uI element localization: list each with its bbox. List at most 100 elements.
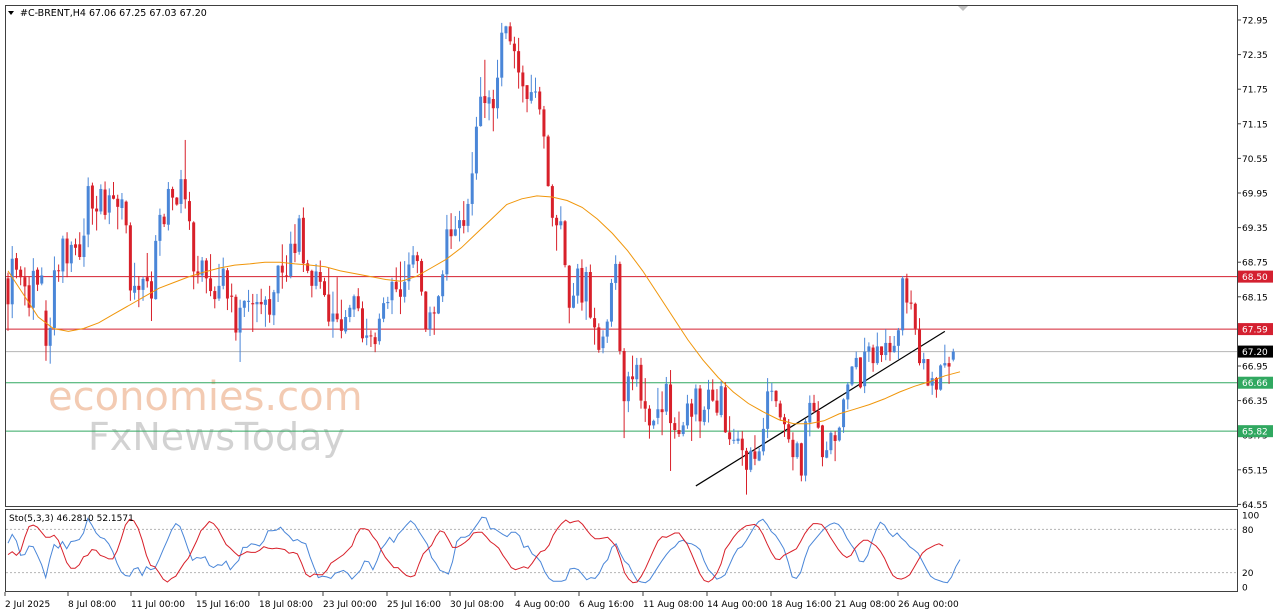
candle-body — [609, 282, 613, 322]
candle-body — [263, 299, 267, 305]
candle-body — [285, 275, 289, 277]
candle-body — [112, 195, 115, 199]
candle-body — [778, 403, 782, 418]
candle-body — [141, 278, 145, 290]
time-tick-label: 6 Aug 16:00 — [579, 600, 634, 610]
time-tick-label: 23 Jul 00:00 — [323, 600, 377, 610]
candle-body — [593, 318, 597, 328]
candle — [723, 382, 727, 433]
candle-body — [314, 271, 318, 286]
candle-body — [580, 267, 584, 303]
price-tick-label: 68.75 — [1242, 259, 1268, 269]
candle-body — [65, 238, 69, 264]
candle-body — [289, 243, 293, 277]
candle — [719, 380, 723, 418]
candle-body — [631, 376, 635, 380]
candle-body — [567, 265, 571, 308]
candle-body — [297, 218, 301, 252]
time-axis[interactable]: 2 Jul 2025 8 Jul 08:00 11 Jul 00:00 15 Jul … — [4, 592, 959, 610]
candle-body — [918, 329, 922, 364]
candle-body — [36, 269, 40, 285]
candle-body — [863, 351, 867, 387]
candle-body — [128, 225, 132, 291]
candle-body — [896, 330, 900, 346]
candle — [749, 447, 753, 473]
level-tag-label: 65.82 — [1242, 428, 1268, 438]
candle-body — [542, 109, 546, 137]
candle-body — [453, 229, 457, 236]
candle-body — [449, 229, 453, 237]
candle — [850, 366, 854, 387]
candle-body — [812, 402, 816, 411]
candle-body — [293, 243, 297, 253]
candle-body — [394, 281, 398, 290]
candle-body — [428, 312, 432, 330]
candle — [297, 214, 301, 255]
candle-body — [272, 292, 276, 316]
level-tag-label: 67.59 — [1242, 326, 1268, 336]
candle-body — [158, 214, 162, 241]
candle-body — [825, 450, 829, 458]
candle-body — [310, 270, 314, 286]
candle-body — [107, 195, 111, 213]
candle-body — [571, 295, 575, 308]
candle-body — [69, 244, 73, 264]
candle-body — [323, 281, 326, 296]
candle-body — [626, 376, 630, 402]
candle-body — [563, 221, 567, 266]
candle-body — [352, 296, 356, 310]
time-tick-label: 15 Jul 16:00 — [196, 600, 250, 610]
price-tick-label: 65.15 — [1242, 466, 1268, 476]
candle-body — [339, 319, 343, 331]
candle-body — [850, 366, 854, 385]
stochastic-panel[interactable] — [5, 509, 1238, 592]
candle — [597, 323, 601, 353]
candle — [588, 264, 592, 319]
candle-body — [441, 274, 445, 297]
candle — [166, 182, 170, 231]
candle-body — [681, 425, 685, 435]
candle — [609, 278, 613, 327]
candle-body — [276, 265, 280, 294]
candle-body — [331, 313, 335, 322]
candle-body — [702, 409, 706, 422]
candle-body — [732, 439, 736, 441]
candle-body — [166, 188, 170, 225]
candle — [858, 357, 862, 389]
candle-body — [854, 357, 858, 368]
candle-body — [500, 32, 504, 78]
candle-body — [474, 126, 478, 174]
candle-body — [373, 337, 377, 345]
candle — [795, 441, 799, 459]
candle-body — [238, 307, 242, 333]
price-tick-label: 66.35 — [1242, 397, 1268, 407]
candle-body — [44, 310, 48, 346]
candle-body — [614, 263, 618, 283]
candle-body — [445, 229, 449, 275]
candle-body — [711, 389, 715, 401]
candle-body — [365, 335, 369, 338]
stochastic-tick-label: 100 — [1242, 512, 1259, 522]
candle-body — [871, 347, 875, 364]
candle-body — [521, 72, 525, 87]
candle — [618, 261, 622, 355]
candle-body — [48, 327, 52, 346]
candle-body — [95, 208, 99, 212]
price-tick-label: 71.15 — [1242, 120, 1268, 130]
candle-body — [757, 451, 761, 461]
candle-body — [487, 97, 491, 104]
candle — [837, 426, 841, 442]
time-tick-label: 18 Jul 08:00 — [259, 600, 313, 610]
candle-body — [133, 285, 137, 293]
candle-body — [867, 346, 871, 352]
candle — [424, 291, 428, 332]
candle-body — [736, 438, 740, 441]
candle-body — [546, 136, 550, 187]
candle-body — [639, 364, 643, 401]
stochastic-tick-label: 80 — [1242, 526, 1254, 536]
candle-body — [766, 391, 770, 429]
time-tick-label: 11 Jul 00:00 — [131, 600, 185, 610]
candle-body — [858, 357, 862, 388]
candle-body — [82, 235, 86, 258]
candle-body — [251, 303, 255, 305]
